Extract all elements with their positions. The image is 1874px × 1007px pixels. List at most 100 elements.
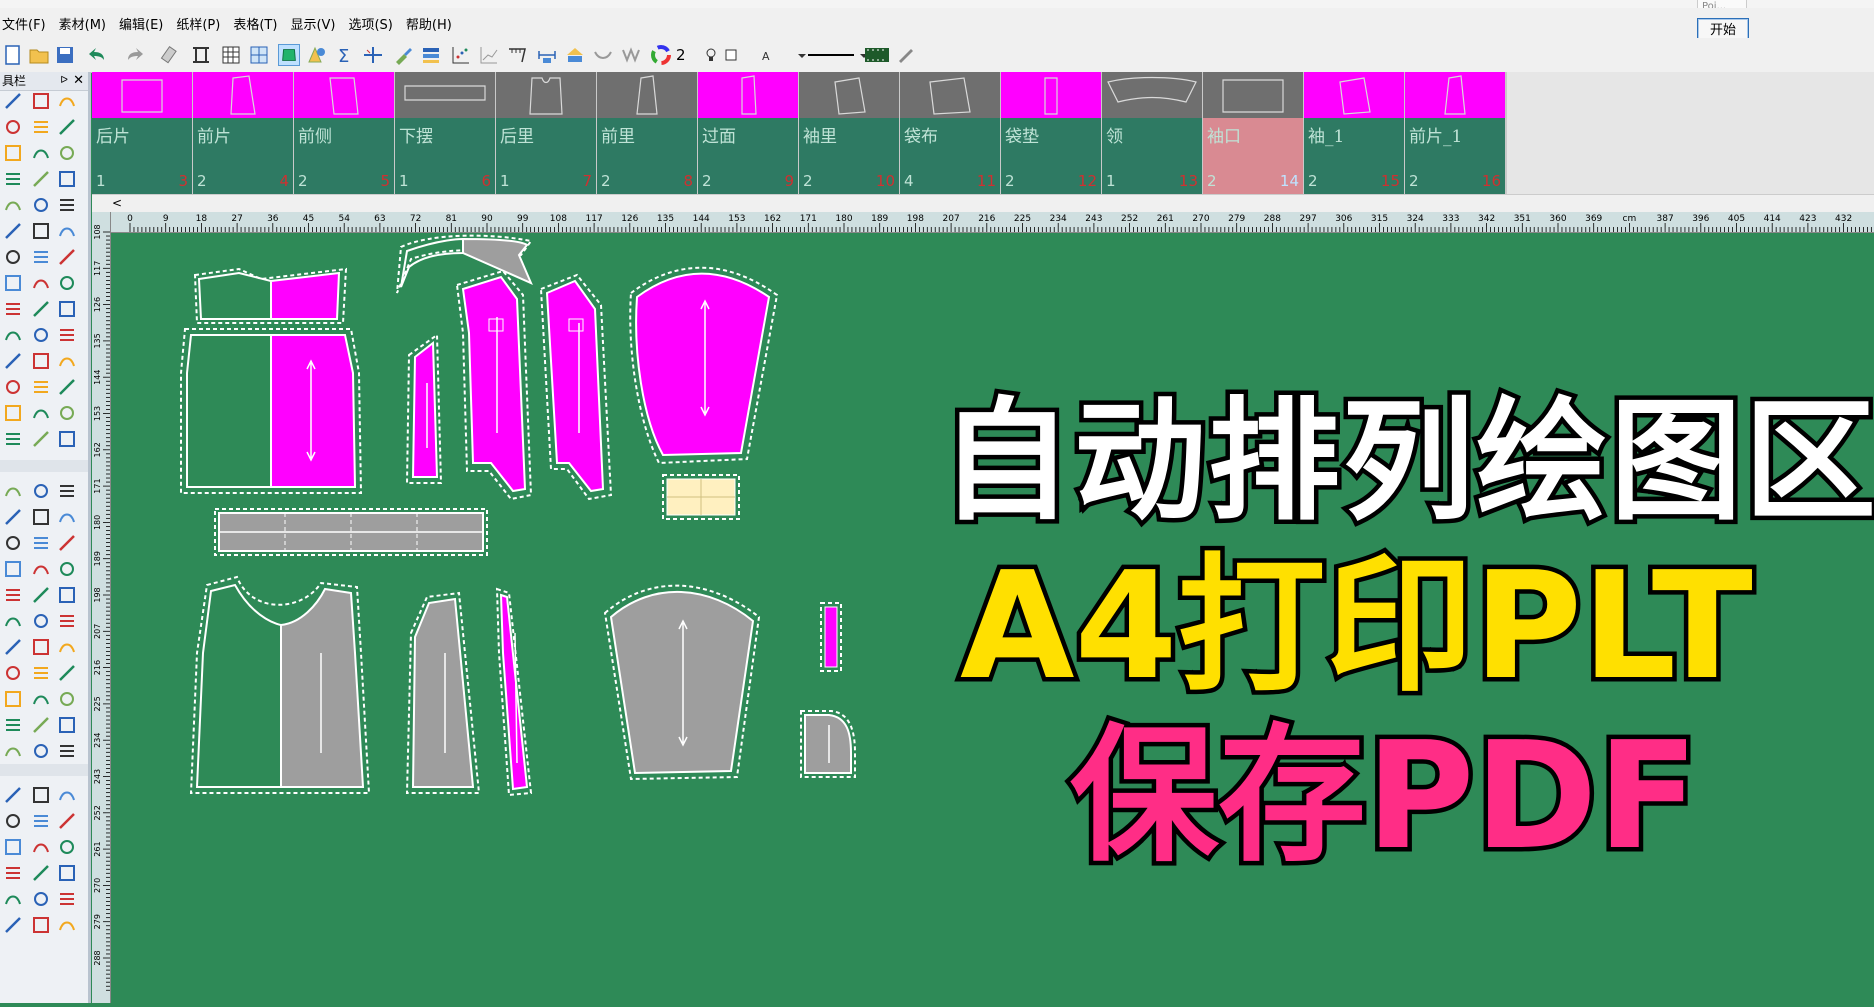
circle-dot-tool-icon[interactable]	[30, 662, 52, 684]
rotate-tool-icon[interactable]	[30, 376, 52, 398]
compass-tool-icon[interactable]	[2, 888, 24, 910]
piece-facing-left[interactable]	[405, 333, 443, 484]
menu-edit[interactable]: 编辑(E)	[119, 14, 163, 33]
arc-tool-icon[interactable]	[30, 532, 52, 554]
grid-tool-icon[interactable]	[30, 246, 52, 268]
piece-card-10[interactable]: 袋垫 2 12	[1001, 72, 1103, 194]
ruler-tool-icon[interactable]	[2, 116, 24, 138]
mirror-tool-icon[interactable]	[2, 784, 24, 806]
piece-card-13[interactable]: 袖_1 2 15	[1304, 72, 1406, 194]
hook-tool-icon[interactable]	[56, 662, 78, 684]
tag-tool-icon[interactable]	[2, 194, 24, 216]
pin-tool-icon[interactable]	[30, 610, 52, 632]
circle-dot-tool-icon[interactable]	[2, 298, 24, 320]
sheet-tool-icon[interactable]	[30, 688, 52, 710]
piece-card-3[interactable]: 前侧 2 5	[294, 72, 396, 194]
cut-line-tool-icon[interactable]	[2, 142, 24, 164]
piece-hem-band[interactable]	[214, 508, 488, 556]
measure-tool-icon[interactable]	[56, 584, 78, 606]
scissor-cut-tool-icon[interactable]	[56, 168, 78, 190]
link-tool-icon[interactable]	[2, 688, 24, 710]
brush-icon[interactable]	[392, 44, 414, 66]
menu-pattern[interactable]: 纸样(P)	[176, 14, 220, 33]
piece-card-11[interactable]: 领 1 13	[1102, 72, 1204, 194]
jigsaw-tool-icon[interactable]	[30, 350, 52, 372]
bars-tool-icon[interactable]	[56, 246, 78, 268]
select-tool-icon[interactable]	[56, 810, 78, 832]
slant-tool-icon[interactable]	[56, 688, 78, 710]
line-knife-tool-icon[interactable]	[2, 914, 24, 936]
open-folder-icon[interactable]	[28, 44, 50, 66]
color-wheel-icon[interactable]	[650, 44, 672, 66]
stack-align-icon[interactable]	[420, 44, 442, 66]
scissors-tool-icon[interactable]	[30, 862, 52, 884]
pattern-pieces-icon[interactable]	[306, 44, 328, 66]
checkbox-icon[interactable]	[720, 44, 742, 66]
tag-tool-icon[interactable]	[56, 914, 78, 936]
cross-axis-icon[interactable]	[362, 44, 384, 66]
pleat-tool-icon[interactable]	[56, 784, 78, 806]
corner-tool-icon[interactable]	[30, 888, 52, 910]
piece-pocket-facing[interactable]	[662, 474, 740, 520]
line-knife-tool-icon[interactable]	[30, 168, 52, 190]
ruler-tool-icon[interactable]	[30, 480, 52, 502]
slant-tool-icon[interactable]	[30, 324, 52, 346]
line-knife-tool-icon[interactable]	[56, 532, 78, 554]
menu-material[interactable]: 素材(M)	[59, 14, 106, 33]
smart-pen-tool-icon[interactable]	[56, 428, 78, 450]
piece-card-4[interactable]: 下摆 1 6	[395, 72, 497, 194]
font-icon[interactable]: A	[756, 44, 778, 66]
flag-tool-icon[interactable]	[56, 636, 78, 658]
pleat-icon[interactable]	[620, 44, 642, 66]
piece-sleeve[interactable]	[629, 266, 779, 465]
scissor-cut-tool-icon[interactable]	[2, 558, 24, 580]
curve-icon[interactable]	[592, 44, 614, 66]
tag-tool-icon[interactable]	[30, 558, 52, 580]
piece-pocket-bag[interactable]	[800, 710, 856, 778]
button-tool-icon[interactable]	[30, 810, 52, 832]
scroll-left-arrow[interactable]: <	[112, 195, 122, 212]
knife-tool-icon[interactable]	[30, 116, 52, 138]
notch-tool-icon[interactable]	[56, 402, 78, 424]
piece-strip-scrollbar[interactable]: <	[92, 194, 1874, 213]
sum-icon[interactable]: Σ	[334, 44, 356, 66]
menu-file[interactable]: 文件(F)	[2, 14, 46, 33]
piece-card-2[interactable]: 前片 2 4	[193, 72, 295, 194]
piece-card-6[interactable]: 前里 2 8	[597, 72, 699, 194]
piece-back-yoke[interactable]	[193, 267, 348, 324]
button-tool-icon[interactable]	[2, 428, 24, 450]
measure-bracket-icon[interactable]	[190, 44, 212, 66]
flag-tool-icon[interactable]	[30, 272, 52, 294]
piece-card-1[interactable]: 后片 1 3	[92, 72, 194, 194]
piece-card-14[interactable]: 前片_1 2 16	[1405, 72, 1507, 194]
arc-tool-icon[interactable]	[2, 168, 24, 190]
piece-back-lining[interactable]	[189, 575, 371, 794]
scissors-tool-icon[interactable]	[56, 116, 78, 138]
piece-front-lining[interactable]	[405, 591, 481, 794]
expand-tool-icon[interactable]	[30, 714, 52, 736]
piece-front-side-2[interactable]	[539, 273, 613, 501]
scissor-cut-tool-icon[interactable]	[30, 914, 52, 936]
undo-icon[interactable]	[86, 44, 108, 66]
menu-display[interactable]: 显示(V)	[290, 14, 335, 33]
light-bulb-icon[interactable]	[700, 44, 722, 66]
corner-tool-icon[interactable]	[56, 142, 78, 164]
menu-options[interactable]: 选项(S)	[348, 14, 392, 33]
piece-sleeve-lining[interactable]	[603, 584, 761, 781]
piece-card-9[interactable]: 袋布 4 11	[900, 72, 1002, 194]
layout-grid-icon[interactable]	[248, 44, 270, 66]
line-width-value[interactable]: 2	[676, 46, 686, 64]
zigzag-tool-icon[interactable]	[2, 220, 24, 242]
grid-table-icon[interactable]	[220, 44, 242, 66]
notch-tool-icon[interactable]	[2, 810, 24, 832]
piece-fill-icon[interactable]	[278, 44, 300, 66]
label-tool-icon[interactable]	[56, 350, 78, 372]
compass-tool-icon[interactable]	[30, 142, 52, 164]
measure-tool-icon[interactable]	[30, 220, 52, 242]
shoe-tool-icon[interactable]	[30, 194, 52, 216]
save-icon[interactable]	[54, 44, 76, 66]
house-stack-icon[interactable]	[564, 44, 586, 66]
rotate-tool-icon[interactable]	[56, 740, 78, 762]
circle-tool-icon[interactable]	[56, 272, 78, 294]
piece-facing-strip[interactable]	[495, 587, 533, 797]
